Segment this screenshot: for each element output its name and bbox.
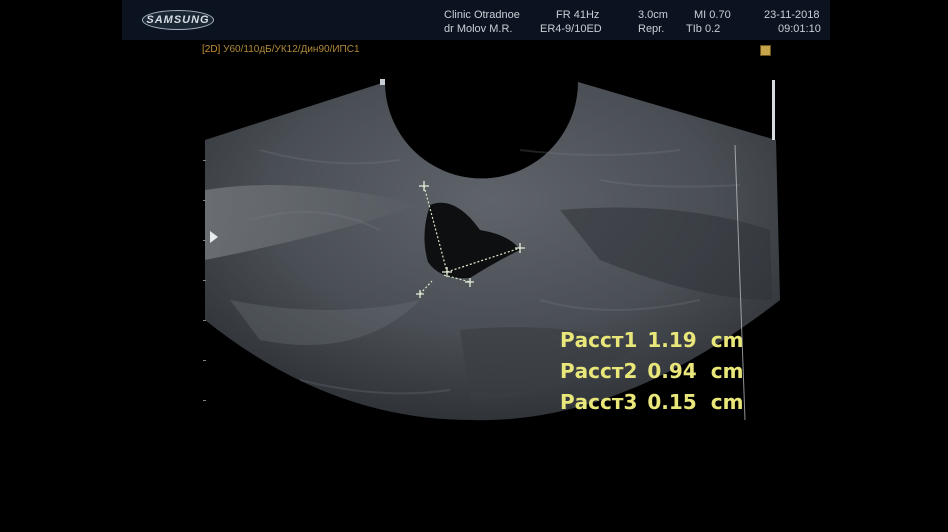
measurement-unit: cm bbox=[710, 327, 744, 352]
measurement-results: Расст1 1.19 cm Расст2 0.94 cm Расст3 0.1… bbox=[560, 324, 753, 417]
measurement-unit: cm bbox=[710, 389, 744, 414]
preset-label: Repr. bbox=[638, 23, 665, 35]
depth-ticks bbox=[203, 160, 207, 420]
measurement-value: 0.15 bbox=[647, 389, 697, 414]
depth-readout: 3.0cm bbox=[638, 9, 668, 21]
probe-model: ER4-9/10ED bbox=[540, 23, 602, 35]
measurement-value: 1.19 bbox=[647, 327, 697, 352]
measurement-label: Расст1 bbox=[560, 327, 638, 352]
ultrasound-screen: SAMSUNG Clinic Otradnoe dr Molov M.R. FR… bbox=[0, 0, 948, 532]
samsung-logo: SAMSUNG bbox=[142, 10, 214, 30]
focus-marker-icon bbox=[210, 231, 218, 243]
tib-readout: TIb 0.2 bbox=[686, 23, 721, 35]
measurement-label: Расст3 bbox=[560, 389, 638, 414]
operator-name: dr Molov M.R. bbox=[444, 23, 513, 35]
measurement-row: Расст2 0.94 cm bbox=[560, 355, 753, 386]
measurement-row: Расст1 1.19 cm bbox=[560, 324, 753, 355]
frame-rate: FR 41Hz bbox=[556, 9, 600, 21]
exam-date: 23-11-2018 bbox=[764, 9, 820, 21]
mode-badge: [2D] bbox=[202, 44, 221, 55]
save-icon bbox=[760, 45, 771, 56]
measurement-unit: cm bbox=[710, 358, 744, 383]
exam-time: 09:01:10 bbox=[778, 23, 821, 35]
measurement-label: Расст2 bbox=[560, 358, 638, 383]
mi-readout: MI 0.70 bbox=[694, 9, 731, 21]
measurement-row: Расст3 0.15 cm bbox=[560, 386, 753, 417]
measurement-value: 0.94 bbox=[647, 358, 697, 383]
mode-params: У60/110дБ/УК12/Дин90/ИПС1 bbox=[223, 44, 360, 55]
ultrasound-image bbox=[205, 79, 780, 421]
clinic-name: Clinic Otradnoe bbox=[444, 9, 520, 21]
depth-scale-bar bbox=[772, 80, 775, 140]
imaging-parameters: [2D] У60/110дБ/УК12/Дин90/ИПС1 bbox=[202, 44, 360, 55]
